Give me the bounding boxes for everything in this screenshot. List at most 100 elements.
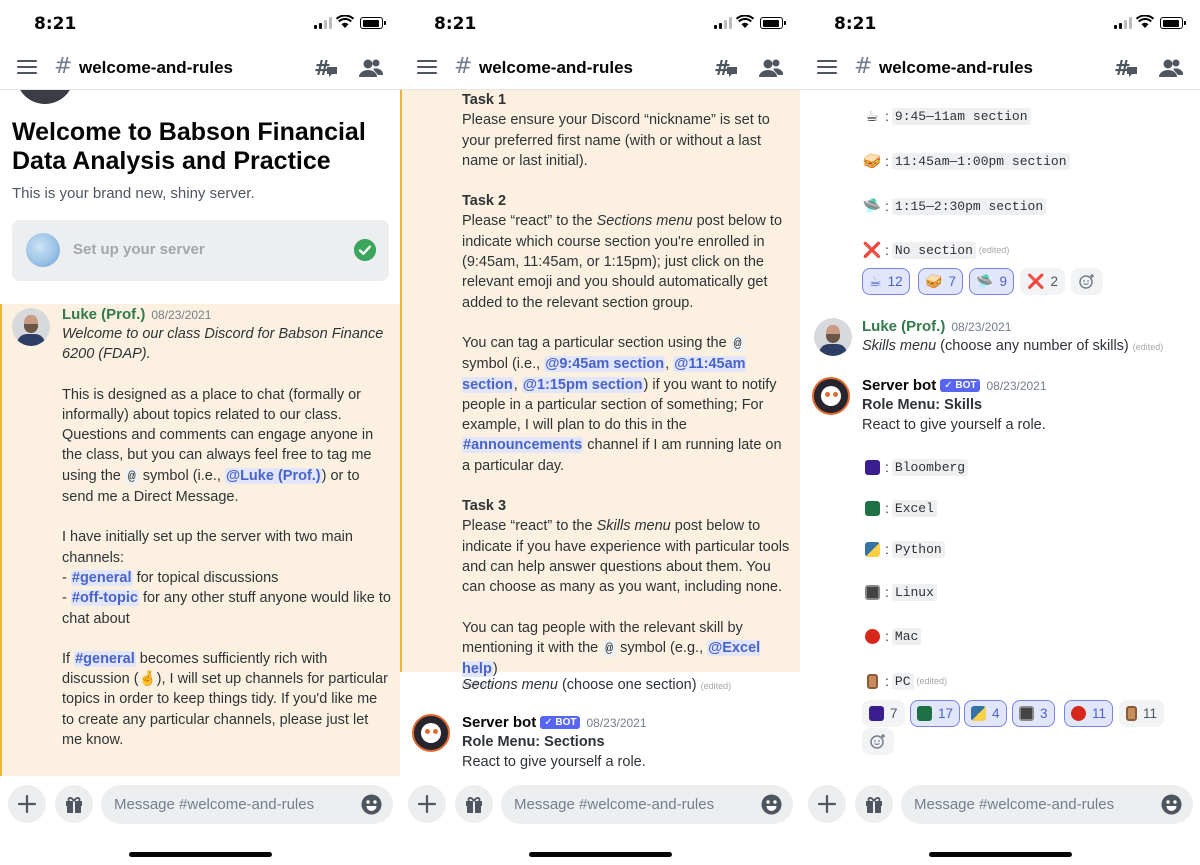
server-subtitle: This is your brand new, shiny server. bbox=[12, 185, 255, 202]
mention-section-115[interactable]: @1:15pm section bbox=[521, 376, 644, 393]
mention-section-945[interactable]: @9:45am section bbox=[544, 356, 666, 373]
threads-icon[interactable]: # bbox=[314, 57, 338, 79]
home-indicator bbox=[129, 852, 272, 857]
screen-2: 8:21 # welcome-and-rules # Task 1 Please… bbox=[400, 0, 800, 865]
message-timestamp: 08/23/2021 bbox=[986, 379, 1047, 393]
pc-door-icon bbox=[866, 674, 878, 689]
channel-hash-icon: # bbox=[54, 54, 73, 79]
channel-header: # welcome-and-rules # bbox=[800, 46, 1200, 90]
task-3-body: Please “react” to the Skills menu post b… bbox=[462, 518, 790, 596]
plus-button[interactable] bbox=[808, 785, 846, 823]
highlighted-message[interactable]: Luke (Prof.) 08/23/2021 Welcome to our cl… bbox=[0, 304, 400, 776]
apple-icon bbox=[864, 629, 880, 644]
signal-icon bbox=[314, 17, 332, 29]
message-list[interactable]: Task 1 Please ensure your Discord “nickn… bbox=[400, 90, 800, 776]
gift-button[interactable] bbox=[855, 785, 893, 823]
members-icon[interactable] bbox=[759, 58, 783, 78]
hamburger-menu-icon[interactable] bbox=[817, 60, 837, 75]
reaction-coffee[interactable]: ☕ 12 bbox=[862, 268, 910, 295]
skills-menu-message: Luke (Prof.) 08/23/2021 Skills menu (choo… bbox=[862, 318, 1164, 354]
bot-avatar[interactable] bbox=[412, 714, 450, 752]
setup-server-card[interactable]: Set up your server bbox=[12, 220, 389, 281]
status-bar: 8:21 bbox=[800, 0, 1200, 46]
python-icon bbox=[971, 706, 986, 721]
members-icon[interactable] bbox=[1159, 58, 1183, 78]
channel-link-off-topic[interactable]: #off-topic bbox=[70, 590, 139, 607]
threads-icon[interactable]: # bbox=[714, 57, 738, 79]
channel-header: # welcome-and-rules # bbox=[0, 46, 400, 90]
linux-monitor-icon bbox=[864, 585, 880, 600]
channel-link-general[interactable]: #general bbox=[74, 650, 136, 667]
battery-icon bbox=[360, 17, 386, 29]
skill-option: : Mac bbox=[862, 627, 922, 645]
gift-button[interactable] bbox=[455, 785, 493, 823]
section-option: ❌: No section (edited) bbox=[862, 241, 1010, 259]
message-timestamp: 08/23/2021 bbox=[586, 716, 647, 730]
reaction-linux[interactable]: 3 bbox=[1012, 700, 1055, 727]
screen-3: 8:21 # welcome-and-rules # ☕:9:45—11am s… bbox=[800, 0, 1200, 865]
channel-title: welcome-and-rules bbox=[479, 58, 633, 77]
reaction-mac[interactable]: 11 bbox=[1064, 700, 1114, 727]
highlighted-message[interactable]: Task 1 Please ensure your Discord “nickn… bbox=[400, 90, 800, 689]
message-input[interactable] bbox=[101, 785, 393, 824]
reaction-flying-saucer[interactable]: 🛸 9 bbox=[969, 268, 1014, 295]
screen-1: 8:21 # welcome-and-rules # Welcome to Ba… bbox=[0, 0, 400, 865]
channel-link-announcements[interactable]: #announcements bbox=[462, 437, 584, 454]
reaction-sandwich[interactable]: 🥪 7 bbox=[918, 268, 963, 295]
mention-luke[interactable]: @Luke (Prof.) bbox=[224, 467, 322, 484]
channel-hash-icon: # bbox=[454, 54, 473, 79]
skill-option: : Linux bbox=[862, 583, 937, 601]
coffee-icon: ☕ bbox=[865, 107, 879, 125]
channel-title: welcome-and-rules bbox=[79, 58, 233, 77]
plus-button[interactable] bbox=[8, 785, 46, 823]
emoji-icon[interactable] bbox=[1161, 794, 1182, 815]
hamburger-menu-icon[interactable] bbox=[417, 60, 437, 75]
channel-link-general[interactable]: #general bbox=[70, 569, 133, 586]
bot-author[interactable]: Server bot bbox=[862, 377, 936, 394]
avatar[interactable] bbox=[814, 318, 852, 356]
members-icon[interactable] bbox=[359, 58, 383, 78]
emoji-icon[interactable] bbox=[761, 794, 782, 815]
reaction-cross-mark[interactable]: ❌ 2 bbox=[1020, 268, 1065, 295]
server-icon bbox=[16, 90, 74, 104]
signal-icon bbox=[714, 17, 732, 29]
message-intro: Welcome to our class Discord for Babson … bbox=[62, 326, 384, 363]
skill-option: : Bloomberg bbox=[862, 458, 969, 476]
bot-author[interactable]: Server bot bbox=[462, 714, 536, 731]
wifi-icon bbox=[1136, 15, 1154, 28]
add-reaction-button[interactable] bbox=[862, 728, 894, 755]
message-list[interactable]: Welcome to Babson Financial Data Analysi… bbox=[0, 90, 400, 776]
reaction-pc[interactable]: 11 bbox=[1119, 700, 1165, 727]
linux-monitor-icon bbox=[1019, 706, 1034, 721]
add-reaction-button[interactable] bbox=[1071, 268, 1103, 295]
gift-button[interactable] bbox=[55, 785, 93, 823]
setup-server-label: Set up your server bbox=[73, 241, 205, 258]
reaction-python[interactable]: 4 bbox=[964, 700, 1007, 727]
hamburger-menu-icon[interactable] bbox=[17, 60, 37, 75]
home-indicator bbox=[529, 852, 672, 857]
status-time: 8:21 bbox=[34, 14, 77, 34]
emoji-icon[interactable] bbox=[361, 794, 382, 815]
sections-menu-message: Sections menu (choose one section) (edit… bbox=[462, 677, 732, 693]
message-input[interactable] bbox=[901, 785, 1193, 824]
message-input[interactable] bbox=[501, 785, 793, 824]
message-paragraph: I have initially set up the server with … bbox=[62, 529, 353, 566]
threads-icon[interactable]: # bbox=[1114, 57, 1138, 79]
reaction-excel[interactable]: 17 bbox=[910, 700, 961, 727]
message-list[interactable]: ☕:9:45—11am section 🥪:11:45am—1:00pm sec… bbox=[800, 90, 1200, 776]
reaction-bloomberg[interactable]: 7 bbox=[862, 700, 905, 727]
status-time: 8:21 bbox=[834, 14, 877, 34]
plus-button[interactable] bbox=[408, 785, 446, 823]
skill-option: : Excel bbox=[862, 499, 937, 517]
avatar[interactable] bbox=[12, 308, 50, 346]
bot-tag: ✓ BOT bbox=[540, 716, 581, 729]
bot-avatar[interactable] bbox=[812, 377, 850, 415]
channel-header: # welcome-and-rules # bbox=[400, 46, 800, 90]
message-author[interactable]: Luke (Prof.) bbox=[62, 306, 145, 323]
apple-icon bbox=[1071, 706, 1086, 721]
role-menu-title: Role Menu: Sections bbox=[462, 734, 605, 750]
skill-option: : PC (edited) bbox=[862, 672, 947, 690]
flying-saucer-icon: 🛸 bbox=[862, 197, 882, 215]
role-menu-body: React to give yourself a role. bbox=[462, 754, 646, 771]
message-author[interactable]: Luke (Prof.) bbox=[862, 318, 945, 335]
